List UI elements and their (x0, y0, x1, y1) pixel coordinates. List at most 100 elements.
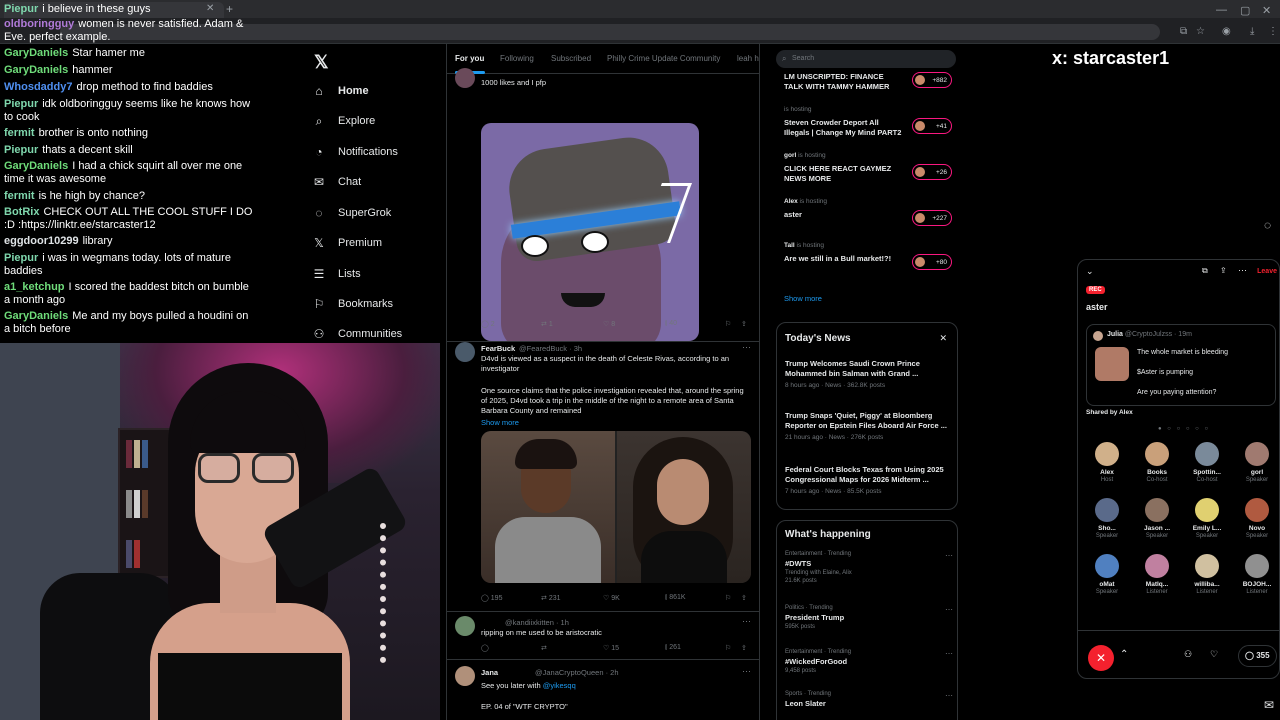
close-window-icon[interactable]: ✕ (1262, 4, 1271, 17)
chat-username[interactable]: GaryDaniels (4, 64, 68, 76)
news-item[interactable]: Trump Snaps 'Quiet, Piggy' at Bloomberg … (785, 411, 953, 441)
reply-icon[interactable]: ◯ (481, 644, 489, 652)
like-icon[interactable]: ♡ 9K (603, 594, 620, 602)
tab-subscribed[interactable]: Subscribed (551, 54, 591, 63)
tweet-handle[interactable]: @JanaCryptoQueen · 2h (535, 668, 619, 677)
tweet[interactable]: @kandiixkitten · 1h ⋯ ripping on me used… (447, 612, 759, 660)
trend-item[interactable]: Politics · Trending President Trump 595K p… (785, 605, 953, 630)
avatar[interactable] (455, 342, 475, 362)
chat-username[interactable]: fermit (4, 190, 35, 202)
minimize-icon[interactable]: — (1216, 4, 1227, 16)
space-item[interactable]: Alex is hosting aster +227 (784, 198, 952, 234)
leave-button[interactable]: Leave (1257, 268, 1277, 275)
chat-username[interactable]: eggdoor10299 (4, 235, 79, 247)
tweet-photo[interactable] (481, 431, 751, 583)
star-icon[interactable]: ☆ (1196, 26, 1205, 37)
space-item[interactable]: gorl is hosting CLICK HERE REACT GAYMEZ N… (784, 152, 952, 188)
more-options-icon[interactable]: ⋯ (742, 342, 751, 353)
close-icon[interactable]: ✕ (939, 333, 947, 344)
space-item[interactable]: Tall is hosting Are we still in a Bull ma… (784, 242, 952, 278)
bookmark-icon[interactable]: ⚐ (725, 320, 731, 328)
space-speaker[interactable]: Sho... Speaker (1084, 498, 1130, 552)
reply-icon[interactable]: ◯ 2 (481, 320, 495, 328)
share-icon[interactable]: ⇪ (741, 320, 747, 328)
chat-username[interactable]: GaryDaniels (4, 160, 68, 172)
tweet-image[interactable] (481, 123, 699, 341)
chat-username[interactable]: BotRix (4, 206, 39, 218)
search-input[interactable]: ⌕ Search (776, 50, 956, 68)
nav-item-supergrok[interactable]: ◌ SuperGrok (312, 203, 391, 223)
nav-item-communities[interactable]: ⚇ Communities (312, 324, 403, 344)
more-options-icon[interactable]: ⋯ (1238, 265, 1247, 276)
chat-username[interactable]: fermit (4, 127, 35, 139)
share-icon[interactable]: ⇪ (741, 594, 747, 602)
nav-item-explore[interactable]: ⌕ Explore (312, 111, 376, 131)
nav-item-premium[interactable]: 𝕏 Premium (312, 233, 382, 253)
avatar[interactable] (455, 666, 475, 686)
people-icon[interactable]: ⚇ (1184, 649, 1192, 660)
space-item[interactable]: is hosting Steven Crowder Deport All Ille… (784, 106, 952, 142)
space-speaker[interactable]: Spottin... Co-host (1184, 442, 1230, 496)
space-speaker[interactable]: Jason ... Speaker (1134, 498, 1180, 552)
chat-username[interactable]: GaryDaniels (4, 310, 68, 322)
expand-icon[interactable]: ⧉ (1202, 266, 1208, 276)
nav-item-notifications[interactable]: ◔ Notifications (312, 142, 398, 162)
more-options-icon[interactable]: ⋯ (945, 691, 953, 700)
mic-muted-icon[interactable]: ✕ (1088, 645, 1114, 671)
messages-icon[interactable]: ✉ (1264, 698, 1274, 712)
more-options-icon[interactable]: ⋯ (945, 605, 953, 614)
space-speaker[interactable]: williba... Listener (1184, 554, 1230, 608)
more-options-icon[interactable]: ⋯ (742, 666, 751, 677)
chat-username[interactable]: oldboringguy (4, 18, 74, 30)
tab-philly-crime[interactable]: Philly Crime Update Community (607, 54, 720, 63)
trend-item[interactable]: Entertainment · Trending #WickedForGood 9,… (785, 649, 953, 674)
show-more-link[interactable]: Show more (481, 418, 519, 428)
profile-icon[interactable]: ◉ (1222, 26, 1231, 37)
nav-item-home[interactable]: ⌂ Home (312, 81, 368, 101)
collapse-icon[interactable]: ⌄ (1086, 266, 1094, 277)
avatar[interactable] (455, 68, 475, 88)
chat-username[interactable]: Piepur (4, 252, 38, 264)
views-icon[interactable]: ⫾ 261 (665, 644, 681, 652)
nav-item-lists[interactable]: ☰ Lists (312, 264, 361, 284)
space-speaker[interactable]: Novo Speaker (1234, 498, 1279, 552)
heart-icon[interactable]: ♡ (1210, 649, 1218, 660)
avatar[interactable] (455, 616, 475, 636)
more-options-icon[interactable]: ⋯ (945, 649, 953, 658)
tweet[interactable]: 1000 likes and I pfp ◯ 2 ⇄ 1 ♡ 8 ⫾ 40 ⚐ … (447, 68, 759, 342)
tab-following[interactable]: Following (500, 54, 534, 63)
space-speaker[interactable]: MatIq... Listener (1134, 554, 1180, 608)
more-options-icon[interactable]: ⋯ (945, 551, 953, 560)
downloads-icon[interactable]: ⤓ (1250, 26, 1254, 37)
tweet[interactable]: FearBuck @FearedBuck · 3h ⋯ D4vd is view… (447, 342, 759, 612)
more-options-icon[interactable]: ⋯ (742, 616, 751, 627)
space-speaker[interactable]: gorl Speaker (1234, 442, 1279, 496)
tweet-author[interactable]: FearBuck (481, 344, 515, 353)
views-icon[interactable]: ⫾ 861K (665, 594, 686, 602)
tab-leah[interactable]: leah h (737, 54, 759, 63)
pinned-post[interactable]: Julia @CryptoJulzss · 19m The whole mark… (1086, 324, 1276, 406)
nav-item-chat[interactable]: ✉ Chat (312, 172, 361, 192)
space-speaker[interactable]: Books Co-host (1134, 442, 1180, 496)
share-icon[interactable]: ⇪ (1220, 266, 1227, 275)
chat-username[interactable]: Piepur (4, 144, 38, 156)
space-speaker[interactable]: oMat Speaker (1084, 554, 1130, 608)
bookmark-icon[interactable]: ⚐ (725, 594, 731, 602)
space-speaker[interactable]: Alex Host (1084, 442, 1130, 496)
tweet-author[interactable]: Jana (481, 668, 498, 677)
show-more-link[interactable]: Show more (784, 294, 952, 303)
share-icon[interactable]: ⇪ (741, 644, 747, 652)
chat-username[interactable]: Piepur (4, 3, 38, 15)
space-item[interactable]: LM UNSCRIPTED: FINANCE TALK WITH TAMMY H… (784, 70, 952, 106)
extension-icon[interactable]: ⧉ (1180, 26, 1187, 37)
bookmark-icon[interactable]: ⚐ (725, 644, 731, 652)
maximize-icon[interactable]: ▢ (1240, 4, 1250, 17)
retweet-icon[interactable]: ⇄ 231 (541, 594, 561, 602)
chat-username[interactable]: Whosdaddy7 (4, 81, 72, 93)
like-icon[interactable]: ♡ 15 (603, 644, 619, 652)
reply-icon[interactable]: ◯ 195 (481, 594, 502, 602)
space-speaker[interactable]: BOJOH... Listener (1234, 554, 1279, 608)
like-icon[interactable]: ♡ 8 (603, 320, 615, 328)
trend-item[interactable]: Sports · Trending Leon Slater ⋯ (785, 691, 953, 708)
retweet-icon[interactable]: ⇄ (541, 644, 547, 652)
